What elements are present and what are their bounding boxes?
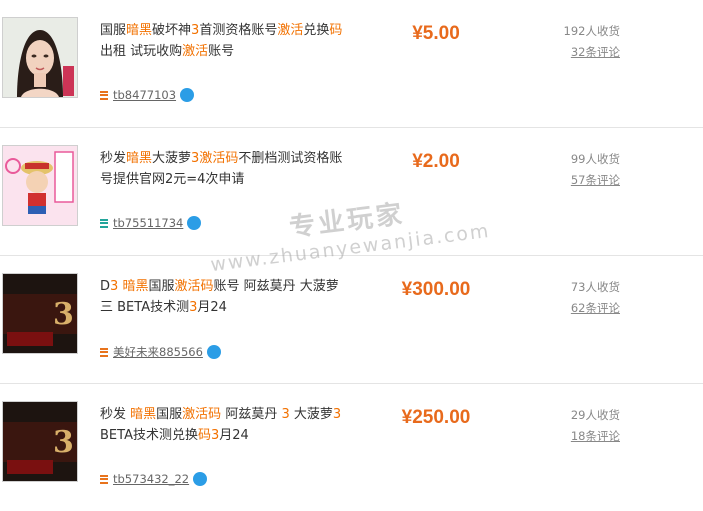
seller-badge-icon[interactable] xyxy=(187,216,202,230)
title-keyword: 激活码 xyxy=(174,279,214,294)
reviews-link[interactable]: 62条评论 xyxy=(540,299,620,317)
seller-badge-icon[interactable] xyxy=(206,345,221,359)
title-text: 阿兹莫丹 xyxy=(221,407,282,422)
title-text: BETA技术测兑换 xyxy=(100,428,198,443)
seller-name-link[interactable]: tb8477103 xyxy=(113,88,176,102)
title-text: D xyxy=(100,279,111,294)
title-text: 秒发 xyxy=(100,151,127,166)
listing-thumbnail[interactable] xyxy=(2,17,78,98)
title-text: 国服 xyxy=(148,279,175,294)
listing-stats: 29人收货 18条评论 xyxy=(540,406,620,445)
seller-info: tb573432_22 xyxy=(100,472,208,486)
title-text: 国服 xyxy=(100,23,127,38)
title-text: 月24 xyxy=(219,428,249,443)
seller-name-link[interactable]: tb573432_22 xyxy=(113,472,189,486)
title-keyword: 激活 xyxy=(277,23,304,38)
title-keyword: 暗黑 xyxy=(126,23,153,38)
seller-info: tb75511734 xyxy=(100,216,202,230)
title-text: 大菠萝 xyxy=(152,151,192,166)
listing-stats: 99人收货 57条评论 xyxy=(540,150,620,189)
listing-title[interactable]: 国服暗黑破坏神3首测资格账号激活兑换码 出租 试玩收购激活账号 xyxy=(100,20,344,62)
listing-title[interactable]: 秒发 暗黑国服激活码 阿兹莫丹 3 大菠萝3 BETA技术测兑换码3月24 xyxy=(100,404,344,446)
title-keyword: 暗黑 xyxy=(126,151,153,166)
listing-item[interactable]: 3 秒发 暗黑国服激活码 阿兹莫丹 3 大菠萝3 BETA技术测兑换码3月24 tb… xyxy=(0,384,703,511)
listing-title[interactable]: 秒发暗黑大菠萝3激活码不删档测试资格账号提供官网2元=4次申请 xyxy=(100,148,344,190)
sold-count: 29人收货 xyxy=(570,408,620,422)
title-text: 出租 试玩收购 xyxy=(100,44,183,59)
seller-info: tb8477103 xyxy=(100,88,195,102)
sold-count: 192人收货 xyxy=(563,24,620,38)
listing-item[interactable]: 国服暗黑破坏神3首测资格账号激活兑换码 出租 试玩收购激活账号 tb8477103… xyxy=(0,0,703,128)
title-keyword: 激活 xyxy=(182,44,209,59)
listing-thumbnail[interactable]: 3 xyxy=(2,401,78,482)
title-text: 兑换 xyxy=(303,23,330,38)
listing-item[interactable]: 秒发暗黑大菠萝3激活码不删档测试资格账号提供官网2元=4次申请 tb7551173… xyxy=(0,128,703,256)
listing-stats: 192人收货 32条评论 xyxy=(540,22,620,61)
title-keyword: 码 xyxy=(329,23,343,38)
seller-badge-icon[interactable] xyxy=(180,88,195,102)
title-text: 国服 xyxy=(156,407,183,422)
sold-count: 99人收货 xyxy=(570,152,620,166)
listing-title[interactable]: D3 暗黑国服激活码账号 阿兹莫丹 大菠萝三 BETA技术测3月24 xyxy=(100,276,344,318)
listing-thumbnail[interactable] xyxy=(2,145,78,226)
title-keyword: 码 xyxy=(197,428,211,443)
seller-info: 美好未来885566 xyxy=(100,344,221,360)
title-keyword: 激活码 xyxy=(182,407,222,422)
title-keyword: 3 xyxy=(332,407,342,422)
title-keyword: 暗黑 xyxy=(130,407,157,422)
listing-price: ¥250.00 xyxy=(401,407,471,428)
listing-stats: 73人收货 62条评论 xyxy=(540,278,620,317)
title-keyword: 暗黑 xyxy=(122,279,149,294)
title-text: 月24 xyxy=(197,300,227,315)
reviews-link[interactable]: 57条评论 xyxy=(540,171,620,189)
listing-price: ¥5.00 xyxy=(412,23,460,44)
title-text: 首测资格账号 xyxy=(199,23,278,38)
listing-list: 国服暗黑破坏神3首测资格账号激活兑换码 出租 试玩收购激活账号 tb8477103… xyxy=(0,0,703,511)
title-text: 秒发 xyxy=(100,407,131,422)
seller-badge-icon[interactable] xyxy=(193,472,208,486)
title-keyword: 激活码 xyxy=(199,151,239,166)
reviews-link[interactable]: 18条评论 xyxy=(540,427,620,445)
listing-price: ¥2.00 xyxy=(412,151,460,172)
title-text: 大菠萝 xyxy=(289,407,333,422)
seller-rank-icon xyxy=(100,90,108,100)
svg-text:3: 3 xyxy=(53,425,74,460)
seller-name-link[interactable]: tb75511734 xyxy=(113,216,183,230)
listing-price: ¥300.00 xyxy=(401,279,471,300)
title-text: 账号 xyxy=(208,44,235,59)
seller-rank-icon xyxy=(100,218,108,228)
listing-thumbnail[interactable]: 3 xyxy=(2,273,78,354)
seller-rank-icon xyxy=(100,347,108,357)
seller-name-link[interactable]: 美好未来885566 xyxy=(113,344,203,360)
title-keyword: 3 xyxy=(281,407,290,422)
reviews-link[interactable]: 32条评论 xyxy=(540,43,620,61)
seller-rank-icon xyxy=(100,474,108,484)
svg-text:3: 3 xyxy=(53,297,74,332)
listing-item[interactable]: 3 D3 暗黑国服激活码账号 阿兹莫丹 大菠萝三 BETA技术测3月24 美好未来8… xyxy=(0,256,703,384)
sold-count: 73人收货 xyxy=(570,280,620,294)
title-text: 破坏神 xyxy=(152,23,192,38)
